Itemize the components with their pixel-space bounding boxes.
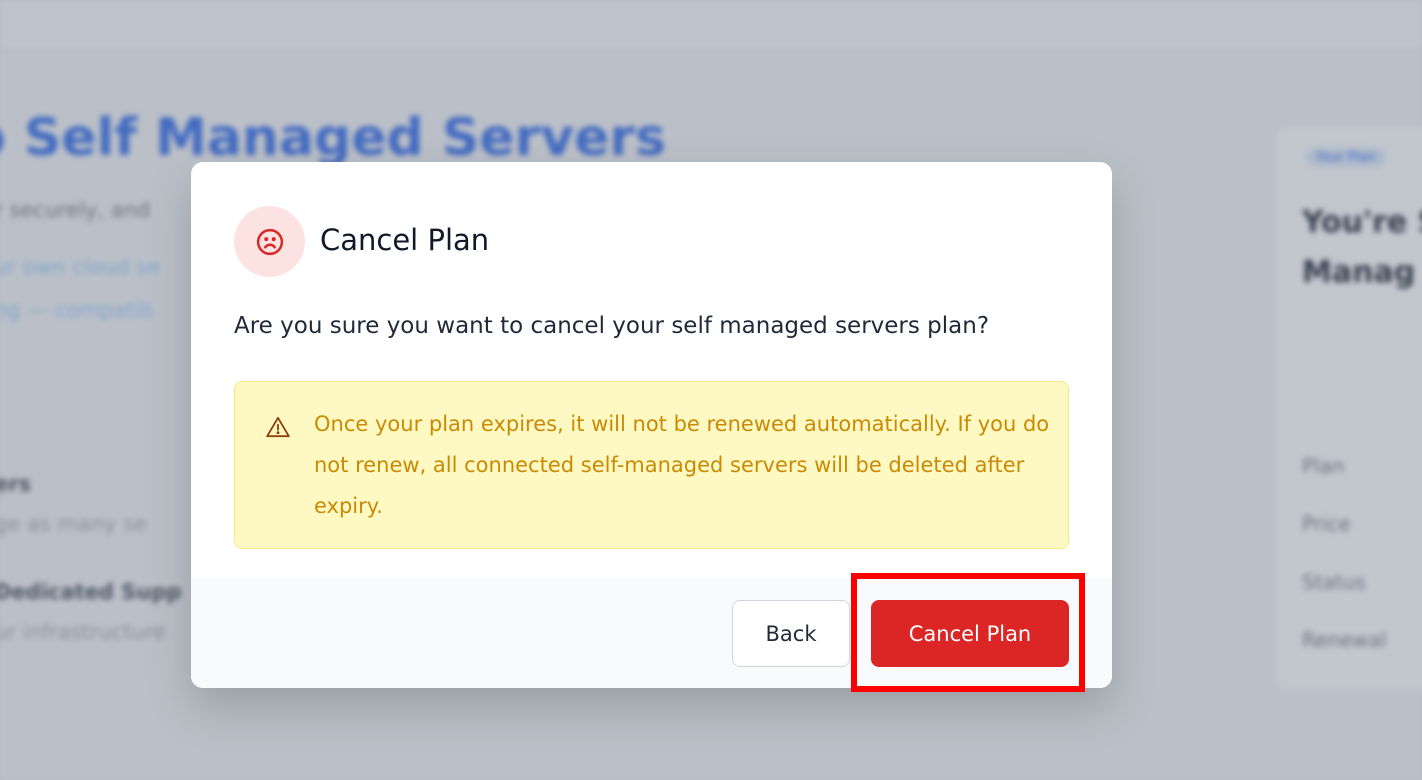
dialog-title: Cancel Plan <box>320 223 490 257</box>
dialog-icon-badge <box>234 206 305 277</box>
cancel-plan-dialog: Cancel Plan Are you sure you want to can… <box>191 162 1112 688</box>
dialog-message: Are you sure you want to cancel your sel… <box>234 313 990 339</box>
warning-text: Once your plan expires, it will not be r… <box>314 412 1050 518</box>
sad-face-icon <box>256 228 283 255</box>
warning-alert: Once your plan expires, it will not be r… <box>234 381 1069 549</box>
warning-triangle-icon <box>266 416 290 438</box>
cancel-plan-button[interactable]: Cancel Plan <box>871 600 1069 667</box>
back-button[interactable]: Back <box>732 600 850 667</box>
